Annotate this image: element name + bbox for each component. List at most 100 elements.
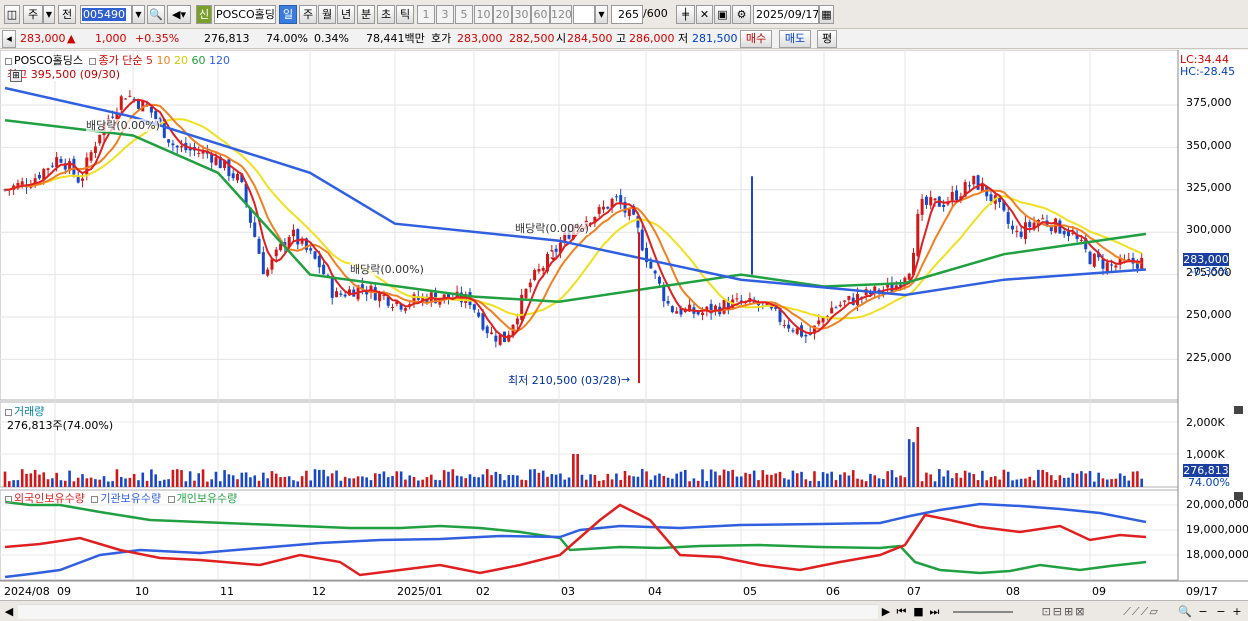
- candle-type-icon[interactable]: ╪: [676, 5, 695, 24]
- volume-bar: [76, 477, 80, 487]
- interval-5[interactable]: 5: [455, 5, 473, 24]
- legend-ma-prefix: 종가 단순: [98, 54, 143, 67]
- zoom-search-icon[interactable]: 🔍: [1178, 604, 1192, 619]
- volume-checkbox-icon[interactable]: [5, 408, 12, 416]
- interval-custom-input[interactable]: [573, 5, 595, 24]
- interval-120[interactable]: 120: [550, 5, 572, 24]
- candle-body: [924, 196, 928, 205]
- count-input[interactable]: 265: [611, 5, 643, 24]
- candle-body: [955, 190, 959, 201]
- zoom-in-icon[interactable]: +: [1230, 604, 1244, 619]
- interval-3[interactable]: 3: [436, 5, 454, 24]
- rewind-icon[interactable]: ⏮: [895, 604, 908, 619]
- period-year[interactable]: 년: [337, 5, 355, 24]
- cross-line-icon[interactable]: ✕: [696, 5, 713, 24]
- prev-label: 전: [61, 8, 73, 21]
- ma-checkbox-icon[interactable]: [89, 57, 97, 65]
- stock-code-input[interactable]: 005490: [80, 5, 132, 24]
- date-input[interactable]: 2025/09/17: [753, 5, 819, 24]
- line-tools-icons[interactable]: ⟋⟋⟋▱: [1108, 604, 1174, 619]
- candle-body: [378, 292, 382, 302]
- candle-body: [614, 196, 618, 198]
- zoom-icon[interactable]: ⊞: [10, 70, 22, 82]
- volume-bar: [666, 477, 670, 487]
- candle-body: [296, 229, 300, 245]
- volume-bar: [808, 481, 812, 487]
- volume-bar: [1019, 478, 1023, 487]
- volume-bar: [373, 473, 377, 487]
- interval-30[interactable]: 30: [512, 5, 531, 24]
- volume-bar: [1054, 480, 1057, 487]
- save-icon[interactable]: ▣: [714, 5, 731, 24]
- code-dropdown-icon[interactable]: ▼: [132, 5, 145, 24]
- period-tick[interactable]: 틱: [396, 5, 414, 24]
- volume-bar: [460, 476, 463, 487]
- volume-bar: [804, 479, 808, 487]
- volume-bar: [1037, 469, 1040, 487]
- candle-body: [236, 174, 240, 181]
- price-checkbox-icon[interactable]: [5, 57, 12, 65]
- volume-bar: [989, 476, 993, 487]
- zoom-slider[interactable]: [948, 604, 1018, 619]
- stop-icon[interactable]: ■: [912, 604, 925, 619]
- sound-icon[interactable]: ◀▾: [167, 5, 191, 24]
- prev-button[interactable]: 전: [58, 5, 76, 24]
- chart-menu-icon[interactable]: ◫: [4, 5, 20, 24]
- volume-bar: [701, 469, 704, 487]
- eval-button[interactable]: 평: [817, 30, 837, 48]
- interval-dropdown-icon[interactable]: ▼: [595, 5, 608, 24]
- scroll-track[interactable]: [18, 604, 878, 619]
- period-second[interactable]: 초: [377, 5, 395, 24]
- forward-icon[interactable]: ⏭: [928, 604, 941, 619]
- volume-bar: [240, 472, 244, 487]
- scroll-right-icon[interactable]: ▶: [880, 604, 892, 619]
- period-year-label: 년: [340, 8, 352, 21]
- x-label-current: 09/17: [1186, 585, 1218, 598]
- minus-icon[interactable]: −: [1214, 604, 1228, 619]
- bid-ask-label: 호가: [431, 32, 452, 45]
- volume-bar: [994, 476, 997, 487]
- volume-bar: [3, 471, 7, 487]
- interval-1[interactable]: 1: [417, 5, 435, 24]
- calendar-icon[interactable]: ▦: [819, 5, 834, 24]
- candle-body: [597, 207, 601, 214]
- period-week[interactable]: 주: [299, 5, 317, 24]
- x-label-08: 08: [1006, 585, 1020, 598]
- y-tick-350000: 350,000: [1186, 139, 1232, 152]
- volume-bar: [137, 480, 140, 487]
- period-day[interactable]: 일: [279, 5, 297, 24]
- period-month[interactable]: 월: [318, 5, 336, 24]
- institution-checkbox-icon[interactable]: [91, 495, 99, 503]
- change-amount: 1,000: [95, 32, 127, 45]
- x-label-2024-08: 2024/08: [4, 585, 50, 598]
- candle-body: [843, 300, 847, 302]
- interval-10[interactable]: 10: [474, 5, 493, 24]
- drawing-tools-icons[interactable]: ⊡⊟⊞⊠: [1024, 604, 1104, 619]
- stock-name: POSCO홀딩스: [216, 8, 275, 21]
- zoom-out-icon[interactable]: −: [1196, 604, 1210, 619]
- search-icon[interactable]: 🔍: [147, 5, 165, 24]
- chart-canvas: →→↓: [0, 50, 1248, 582]
- holdings-panel-close-icon[interactable]: [1234, 492, 1243, 500]
- scroll-left-icon[interactable]: ◀: [3, 604, 15, 619]
- period-main-dropdown[interactable]: 주: [23, 5, 43, 24]
- volume-bar: [623, 470, 627, 487]
- volume-current-pct: 74.00%: [1188, 476, 1230, 489]
- candle-body: [782, 324, 786, 326]
- candle-body: [313, 251, 317, 259]
- foreign-checkbox-icon[interactable]: [5, 495, 12, 503]
- quote-expand-icon[interactable]: ◂: [2, 30, 16, 48]
- chevron-down-icon[interactable]: ▼: [43, 5, 55, 24]
- buy-button[interactable]: 매수: [740, 30, 772, 48]
- sell-button[interactable]: 매도: [779, 30, 811, 48]
- volume-bar: [1136, 471, 1139, 487]
- volume-panel-close-icon[interactable]: [1234, 406, 1243, 414]
- volume-bar: [12, 480, 15, 487]
- interval-20[interactable]: 20: [493, 5, 512, 24]
- interval-60[interactable]: 60: [531, 5, 550, 24]
- individual-checkbox-icon[interactable]: [167, 495, 175, 503]
- candle-body: [1088, 251, 1092, 265]
- period-minute[interactable]: 분: [357, 5, 375, 24]
- chart-area[interactable]: →→↓ POSCO홀딩스 종가 단순 5 10 20 60 120 최고 395…: [0, 50, 1248, 600]
- gear-icon[interactable]: ⚙: [732, 5, 751, 24]
